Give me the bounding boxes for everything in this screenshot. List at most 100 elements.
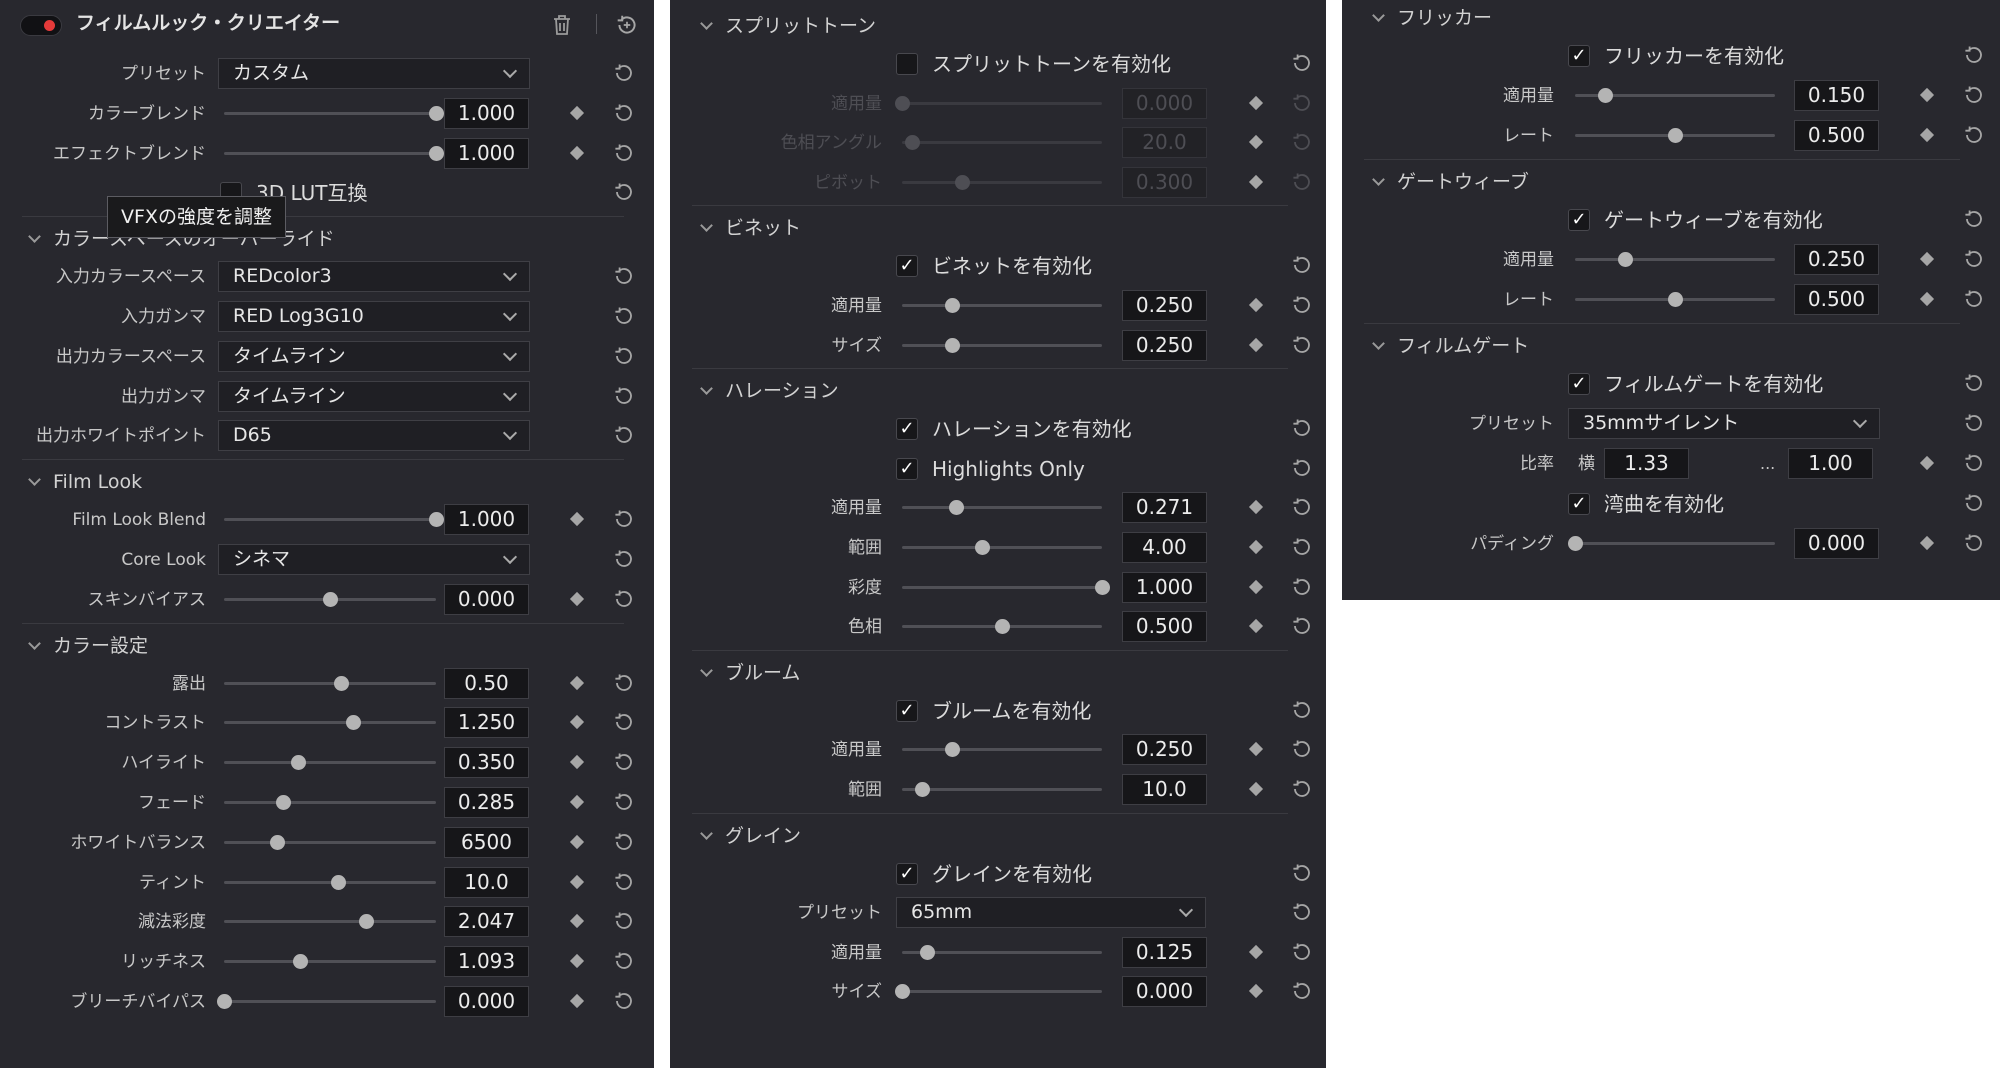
reset-icon[interactable] xyxy=(612,61,636,85)
slider-track[interactable] xyxy=(902,619,1102,635)
keyframe-icon[interactable] xyxy=(569,591,585,606)
reset-icon[interactable] xyxy=(612,384,636,408)
slider-handle[interactable] xyxy=(975,540,990,555)
reset-icon[interactable] xyxy=(1290,861,1314,885)
slider-track[interactable] xyxy=(902,135,1102,151)
value-field[interactable]: 0.500 xyxy=(1794,284,1879,315)
dropdown-select[interactable]: シネマ xyxy=(218,544,530,575)
keyframe-icon[interactable] xyxy=(1919,535,1935,551)
checkbox[interactable]: ✓ xyxy=(896,699,918,722)
slider-handle[interactable] xyxy=(1618,252,1633,267)
slider-handle[interactable] xyxy=(1095,579,1110,595)
slider-track[interactable] xyxy=(902,540,1102,555)
slider-track[interactable] xyxy=(1575,88,1775,103)
reset-icon[interactable] xyxy=(1290,293,1314,317)
value-field[interactable]: 0.250 xyxy=(1122,329,1207,361)
reset-icon[interactable] xyxy=(612,949,636,973)
keyframe-icon[interactable] xyxy=(569,145,585,160)
reset-icon[interactable] xyxy=(1962,371,1986,395)
keyframe-icon[interactable] xyxy=(1919,251,1935,267)
reset-icon[interactable] xyxy=(612,830,636,854)
slider-track[interactable] xyxy=(224,795,436,810)
reset-icon[interactable] xyxy=(612,141,636,165)
value-field[interactable]: 0.000 xyxy=(444,583,529,615)
slider-handle[interactable] xyxy=(323,591,338,607)
ratio-width-field[interactable]: 1.33 xyxy=(1604,448,1689,479)
section-header[interactable]: ハレーション xyxy=(700,373,839,409)
slider-track[interactable] xyxy=(902,500,1102,516)
dropdown-select[interactable]: カスタム xyxy=(218,58,530,89)
keyframe-icon[interactable] xyxy=(569,512,585,527)
section-header[interactable]: フリッカー xyxy=(1372,0,1492,36)
dropdown-select[interactable]: 35mmサイレント xyxy=(1568,408,1880,439)
reset-icon[interactable] xyxy=(1962,451,1986,475)
value-field[interactable]: 0.000 xyxy=(1122,87,1207,119)
reset-icon[interactable] xyxy=(1290,777,1314,801)
slider-handle[interactable] xyxy=(895,984,910,1000)
value-field[interactable]: 2.047 xyxy=(444,906,529,938)
ratio-height-field[interactable]: 1.00 xyxy=(1788,448,1873,479)
reset-icon[interactable] xyxy=(1962,531,1986,555)
slider-handle[interactable] xyxy=(429,145,444,161)
reset-icon[interactable] xyxy=(1962,411,1986,435)
slider-handle[interactable] xyxy=(429,512,444,528)
value-field[interactable]: 0.125 xyxy=(1122,936,1207,968)
reset-icon[interactable] xyxy=(1290,495,1314,519)
checkbox[interactable]: ✓ xyxy=(1568,493,1590,515)
slider-track[interactable] xyxy=(902,782,1102,797)
value-field[interactable]: 0.250 xyxy=(1122,290,1207,321)
reset-icon[interactable] xyxy=(1290,900,1314,924)
keyframe-icon[interactable] xyxy=(1248,619,1264,634)
keyframe-icon[interactable] xyxy=(569,794,585,810)
keyframe-icon[interactable] xyxy=(1248,742,1264,757)
keyframe-icon[interactable] xyxy=(569,715,585,730)
reset-icon[interactable] xyxy=(1962,83,1986,107)
keyframe-icon[interactable] xyxy=(569,914,585,929)
slider-track[interactable] xyxy=(1575,128,1775,143)
keyframe-icon[interactable] xyxy=(1248,500,1264,515)
section-header[interactable]: カラー設定 xyxy=(28,628,148,664)
reset-icon[interactable] xyxy=(612,547,636,571)
value-field[interactable]: 1.000 xyxy=(444,504,529,536)
reset-icon[interactable] xyxy=(1290,91,1314,115)
keyframe-icon[interactable] xyxy=(1248,95,1264,110)
reset-icon[interactable] xyxy=(612,264,636,288)
keyframe-icon[interactable] xyxy=(1248,337,1264,352)
reset-icon[interactable] xyxy=(612,344,636,368)
slider-handle[interactable] xyxy=(270,834,285,850)
keyframe-icon[interactable] xyxy=(569,755,585,770)
slider-track[interactable] xyxy=(224,675,436,691)
slider-handle[interactable] xyxy=(331,874,347,890)
reset-icon[interactable] xyxy=(1962,247,1986,271)
value-field[interactable]: 0.250 xyxy=(1122,734,1207,766)
value-field[interactable]: 0.000 xyxy=(444,986,529,1017)
reset-icon[interactable] xyxy=(1290,698,1314,722)
checkbox[interactable]: ✓ xyxy=(896,457,918,480)
reset-icon[interactable] xyxy=(1962,43,1986,67)
slider-handle[interactable] xyxy=(905,135,920,151)
section-header[interactable]: グレイン xyxy=(700,818,801,854)
slider-handle[interactable] xyxy=(995,619,1010,635)
keyframe-icon[interactable] xyxy=(569,675,585,690)
slider-handle[interactable] xyxy=(955,174,970,190)
slider-track[interactable] xyxy=(902,174,1102,190)
value-field[interactable]: 0.500 xyxy=(1794,120,1879,151)
slider-handle[interactable] xyxy=(1568,536,1583,551)
value-field[interactable]: 20.0 xyxy=(1122,127,1207,159)
reset-icon[interactable] xyxy=(1290,979,1314,1003)
slider-handle[interactable] xyxy=(1668,292,1683,307)
slider-track[interactable] xyxy=(895,95,1102,111)
reset-icon[interactable] xyxy=(612,790,636,814)
value-field[interactable]: 0.500 xyxy=(1122,611,1207,643)
slider-handle[interactable] xyxy=(895,95,910,111)
slider-track[interactable] xyxy=(902,337,1102,353)
reset-icon[interactable] xyxy=(1962,491,1986,515)
reset-icon[interactable] xyxy=(1290,940,1314,964)
keyframe-icon[interactable] xyxy=(1248,781,1264,797)
value-field[interactable]: 0.000 xyxy=(1794,528,1879,559)
keyframe-icon[interactable] xyxy=(569,954,585,969)
reset-icon[interactable] xyxy=(612,101,636,125)
dropdown-select[interactable]: タイムライン xyxy=(218,340,530,372)
reset-icon[interactable] xyxy=(612,180,636,204)
keyframe-icon[interactable] xyxy=(1919,455,1935,471)
